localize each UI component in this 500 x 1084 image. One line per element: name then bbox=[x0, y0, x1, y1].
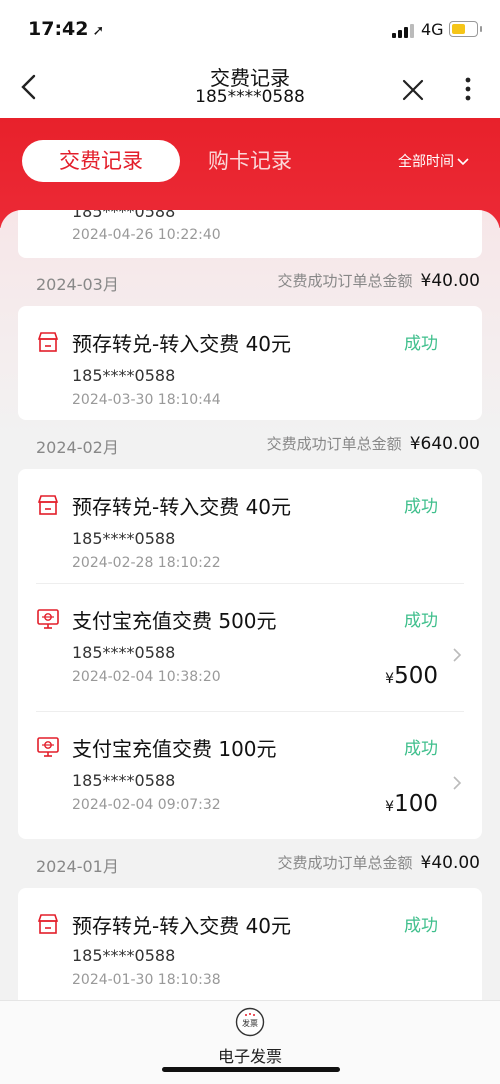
svg-text:发票: 发票 bbox=[242, 1018, 258, 1028]
tab-card-purchase-records[interactable]: 购卡记录 bbox=[208, 140, 292, 182]
record-time: 2024-02-04 09:07:32 bbox=[72, 797, 221, 813]
month-header: 2024-01月 bbox=[36, 857, 119, 876]
time-filter-dropdown[interactable]: 全部时间 bbox=[398, 151, 469, 171]
network-type: 4G bbox=[421, 20, 444, 39]
record-time: 2024-02-04 10:38:20 bbox=[72, 669, 221, 685]
month-header: 2024-02月 bbox=[36, 438, 119, 457]
record-card[interactable]: 预存转兑-转入交费 40元 成功 185****0588 2024-02-28 … bbox=[18, 469, 482, 839]
e-invoice-label: 电子发票 bbox=[217, 1047, 282, 1066]
record-phone: 185****0588 bbox=[72, 529, 176, 548]
home-indicator[interactable] bbox=[162, 1067, 340, 1072]
chevron-right-icon[interactable] bbox=[451, 774, 463, 792]
month-total-value: ¥640.00 bbox=[409, 434, 480, 454]
month-total-label: 交费成功订单总金额 bbox=[277, 854, 413, 872]
record-status: 成功 bbox=[404, 497, 438, 517]
divider bbox=[36, 711, 464, 712]
month-total-label: 交费成功订单总金额 bbox=[266, 435, 402, 453]
chevron-down-icon bbox=[457, 158, 469, 166]
more-vertical-icon[interactable] bbox=[458, 74, 478, 104]
record-title: 支付宝充值交费 500元 bbox=[72, 609, 277, 633]
amount-value: 100 bbox=[394, 791, 438, 817]
month-total-label: 交费成功订单总金额 bbox=[277, 272, 413, 290]
store-icon bbox=[37, 332, 59, 352]
record-status: 成功 bbox=[404, 739, 438, 759]
bottom-bar: 发票 电子发票 bbox=[0, 1000, 500, 1084]
amount-value: 500 bbox=[394, 663, 438, 689]
record-status: 成功 bbox=[404, 334, 438, 354]
record-title: 预存转兑-转入交费 40元 bbox=[72, 914, 292, 938]
month-total: 交费成功订单总金额 ¥40.00 bbox=[278, 270, 481, 291]
status-bar: 17:42 ➚ 4G bbox=[0, 0, 500, 60]
record-time: 2024-02-28 18:10:22 bbox=[72, 555, 221, 571]
record-title: 支付宝充值交费 100元 bbox=[72, 737, 277, 761]
tab-payment-records[interactable]: 交费记录 bbox=[22, 140, 180, 182]
unicom-monitor-icon bbox=[37, 737, 59, 757]
record-phone: 185****0588 bbox=[72, 366, 176, 385]
record-card-partial[interactable]: 185****0588 2024-04-26 10:22:40 bbox=[18, 210, 482, 258]
nav-bar: 交费记录 185****0588 bbox=[0, 60, 500, 118]
record-time: 2024-01-30 18:10:38 bbox=[72, 972, 221, 988]
chevron-right-icon[interactable] bbox=[451, 646, 463, 664]
currency-symbol: ¥ bbox=[385, 799, 395, 815]
month-total: 交费成功订单总金额 ¥640.00 bbox=[267, 433, 480, 454]
store-icon bbox=[37, 495, 59, 515]
battery-icon bbox=[449, 21, 482, 37]
month-header: 2024-03月 bbox=[36, 275, 119, 294]
e-invoice-button[interactable]: 发票 电子发票 bbox=[0, 1007, 500, 1067]
record-phone: 185****0588 bbox=[72, 946, 176, 965]
invoice-icon: 发票 bbox=[235, 1007, 265, 1037]
record-card[interactable]: 预存转兑-转入交费 40元 成功 185****0588 2024-01-30 … bbox=[18, 888, 482, 1000]
location-arrow-icon: ➚ bbox=[92, 23, 105, 39]
unicom-monitor-icon bbox=[37, 609, 59, 629]
month-total-value: ¥40.00 bbox=[420, 271, 480, 291]
close-icon[interactable] bbox=[401, 78, 425, 102]
currency-symbol: ¥ bbox=[385, 671, 395, 687]
record-status: 成功 bbox=[404, 916, 438, 936]
time-filter-label: 全部时间 bbox=[398, 154, 454, 170]
record-title: 预存转兑-转入交费 40元 bbox=[72, 495, 292, 519]
record-amount: ¥500 bbox=[385, 663, 438, 689]
record-phone: 185****0588 bbox=[72, 643, 176, 662]
store-icon bbox=[37, 914, 59, 934]
record-phone: 185****0588 bbox=[72, 210, 176, 221]
month-total-value: ¥40.00 bbox=[420, 853, 480, 873]
cellular-signal-icon bbox=[392, 22, 414, 38]
record-time: 2024-03-30 18:10:44 bbox=[72, 392, 221, 408]
record-amount: ¥100 bbox=[385, 791, 438, 817]
record-time: 2024-04-26 10:22:40 bbox=[72, 227, 221, 243]
record-status: 成功 bbox=[404, 611, 438, 631]
page-subtitle-phone: 185****0588 bbox=[195, 87, 305, 107]
records-list[interactable]: 185****0588 2024-04-26 10:22:40 2024-03月… bbox=[0, 210, 500, 1000]
month-total: 交费成功订单总金额 ¥40.00 bbox=[278, 852, 481, 873]
record-card[interactable]: 预存转兑-转入交费 40元 成功 185****0588 2024-03-30 … bbox=[18, 306, 482, 420]
status-time: 17:42 ➚ bbox=[28, 18, 105, 40]
divider bbox=[36, 583, 464, 584]
record-phone: 185****0588 bbox=[72, 771, 176, 790]
record-title: 预存转兑-转入交费 40元 bbox=[72, 332, 292, 356]
